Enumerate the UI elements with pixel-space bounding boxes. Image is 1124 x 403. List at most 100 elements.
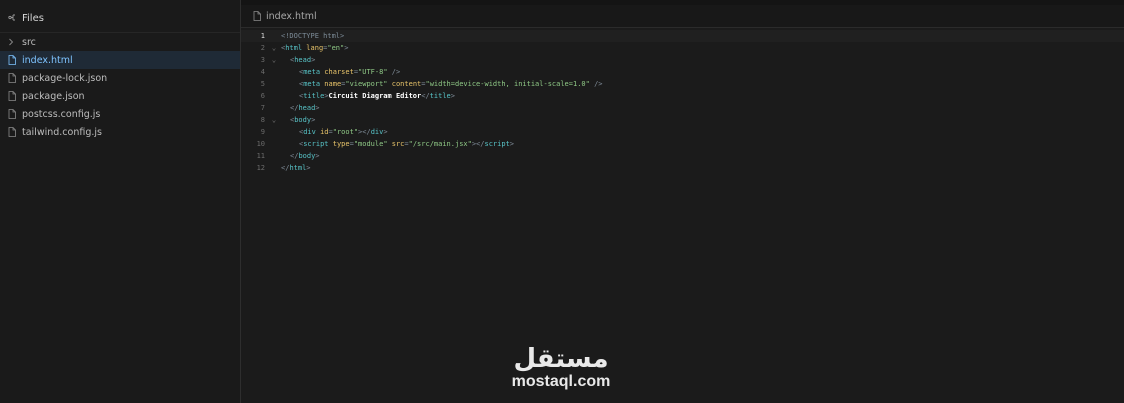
code-text: <meta charset="UTF-8" /> <box>281 68 400 76</box>
file-tree-item-label: package.json <box>22 90 85 102</box>
code-area[interactable]: 1 <!DOCTYPE html> 2 ⌄ <html lang="en"> 3 ⌄ <hea… <box>241 30 1124 174</box>
code-token: ></ <box>471 140 485 148</box>
code-token: </ <box>421 92 430 100</box>
file-tree-item-label: index.html <box>22 54 73 66</box>
code-token: meta <box>303 80 321 88</box>
watermark-latin: mostaql.com <box>511 373 611 390</box>
fold-chevron-icon[interactable]: ⌄ <box>267 44 281 52</box>
code-line[interactable]: 1 <!DOCTYPE html> <box>241 30 1124 42</box>
code-token: name <box>324 80 342 88</box>
code-text: <script type="module" src="/src/main.jsx… <box>281 140 514 148</box>
code-token: html <box>289 164 307 172</box>
file-tree-item[interactable]: tailwind.config.js <box>0 123 240 141</box>
code-token: "en" <box>327 44 345 52</box>
line-number: 11 <box>256 152 265 160</box>
code-token: src <box>391 140 405 148</box>
file-tree-item-label: tailwind.config.js <box>22 126 102 138</box>
code-text: </body> <box>281 152 320 160</box>
code-text: <meta name="viewport" content="width=dev… <box>281 80 603 88</box>
code-token: html <box>285 44 303 52</box>
file-icon <box>253 11 266 21</box>
code-token: div <box>303 128 316 136</box>
line-number: 12 <box>256 164 265 172</box>
code-token: script <box>303 140 329 148</box>
code-text: <html lang="en"> <box>281 44 348 52</box>
file-icon <box>8 55 22 65</box>
file-tree-item-label: postcss.config.js <box>22 108 101 120</box>
file-tree-item[interactable]: index.html <box>0 51 240 69</box>
code-line[interactable]: 9 <div id="root"></div> <box>241 126 1124 138</box>
fold-chevron-icon[interactable]: ⌄ <box>267 116 281 124</box>
code-line[interactable]: 2 ⌄ <html lang="en"> <box>241 42 1124 54</box>
code-token: "viewport" <box>345 80 388 88</box>
line-number: 10 <box>256 140 265 148</box>
line-number: 8 <box>260 116 265 124</box>
file-tree-item[interactable]: src <box>0 33 240 51</box>
code-token: "UTF-8" <box>358 68 388 76</box>
code-token: > <box>306 164 311 172</box>
code-line[interactable]: 3 ⌄ <head> <box>241 54 1124 66</box>
code-text: </html> <box>281 164 311 172</box>
code-text: <title>Circuit Diagram Editor</title> <box>281 92 455 100</box>
code-token: Circuit Diagram Editor <box>328 92 422 100</box>
code-token: > <box>344 44 349 52</box>
code-token: title <box>303 92 325 100</box>
line-number: 1 <box>260 32 265 40</box>
code-token: head <box>298 104 316 112</box>
watermark-logo: مستقل mostaql.com <box>503 345 619 391</box>
code-token: div <box>370 128 384 136</box>
code-token: "width=device-width, initial-scale=1.0" <box>425 80 590 88</box>
code-line[interactable]: 5 <meta name="viewport" content="width=de… <box>241 78 1124 90</box>
code-token: meta <box>303 68 321 76</box>
code-token: title <box>429 92 451 100</box>
code-line[interactable]: 7 </head> <box>241 102 1124 114</box>
code-line[interactable]: 6 <title>Circuit Diagram Editor</title> <box>241 90 1124 102</box>
fold-chevron-icon[interactable]: ⌄ <box>267 56 281 64</box>
line-number: 4 <box>260 68 265 76</box>
code-token: script <box>484 140 510 148</box>
code-token: content <box>391 80 422 88</box>
file-tree-item[interactable]: postcss.config.js <box>0 105 240 123</box>
code-text: <body> <box>281 116 315 124</box>
code-token: id <box>320 128 329 136</box>
code-line[interactable]: 10 <script type="module" src="/src/main.j… <box>241 138 1124 150</box>
line-number: 6 <box>260 92 265 100</box>
code-token: "/src/main.jsx" <box>408 140 472 148</box>
file-icon <box>8 109 22 119</box>
watermark-arabic: مستقل <box>513 344 609 374</box>
code-line[interactable]: 12 </html> <box>241 162 1124 174</box>
code-token: charset <box>324 68 354 76</box>
file-tree: src index.html package-lock.json package.js… <box>0 33 240 141</box>
code-token: > <box>315 104 320 112</box>
file-icon <box>8 127 22 137</box>
code-text: </head> <box>281 104 320 112</box>
files-tree-icon <box>8 13 22 25</box>
code-token: /> <box>391 68 401 76</box>
code-text: <!DOCTYPE html> <box>281 32 344 40</box>
code-token: > <box>315 152 320 160</box>
code-token: ></ <box>358 128 371 136</box>
code-token: > <box>509 140 515 148</box>
files-panel-header: Files <box>0 5 240 33</box>
code-token: > <box>311 56 316 64</box>
file-tree-item-label: src <box>22 36 36 48</box>
file-icon <box>8 73 22 83</box>
code-text: <div id="root"></div> <box>281 128 388 136</box>
code-token: /> <box>594 80 603 88</box>
code-token: type <box>332 140 350 148</box>
code-token: body <box>294 116 312 124</box>
code-text: <head> <box>281 56 315 64</box>
code-line[interactable]: 4 <meta charset="UTF-8" /> <box>241 66 1124 78</box>
code-token: "root" <box>332 128 359 136</box>
code-line[interactable]: 8 ⌄ <body> <box>241 114 1124 126</box>
code-line[interactable]: 11 </body> <box>241 150 1124 162</box>
file-explorer-sidebar: Files src index.html package-lock.json pack… <box>0 0 241 403</box>
code-token: <!DOCTYPE html> <box>281 32 345 40</box>
line-number: 3 <box>260 56 265 64</box>
line-number: 7 <box>260 104 265 112</box>
chevron-right-icon <box>8 38 22 46</box>
file-tree-item[interactable]: package-lock.json <box>0 69 240 87</box>
file-tree-item-label: package-lock.json <box>22 72 108 84</box>
tab-index-html[interactable]: index.html <box>266 11 317 22</box>
file-tree-item[interactable]: package.json <box>0 87 240 105</box>
